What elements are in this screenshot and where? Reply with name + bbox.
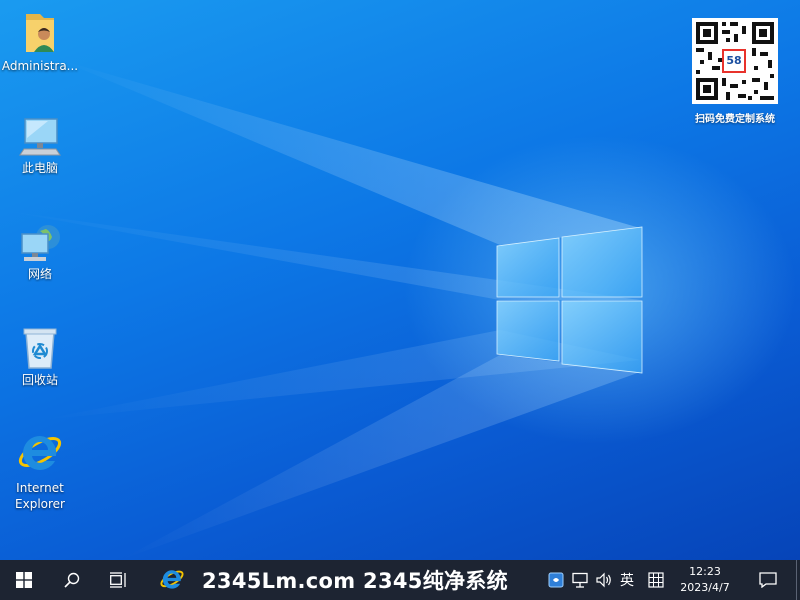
task-view-button[interactable] [96, 560, 142, 600]
desktop-icon-label: 回收站 [21, 373, 58, 387]
network-icon [21, 225, 60, 261]
show-desktop-button[interactable] [796, 560, 800, 600]
clock-date: 2023/4/7 [680, 581, 730, 594]
desktop-icon-label: Internet Explorer [15, 481, 65, 511]
volume-icon [596, 572, 611, 588]
ime-mode-button[interactable] [645, 560, 667, 600]
task-view-icon [110, 572, 126, 588]
desktop-icon-network[interactable]: 网络 [0, 222, 80, 282]
internet-explorer-icon [160, 570, 184, 589]
notification-icon [759, 572, 777, 588]
taskbar-internet-explorer[interactable] [152, 560, 192, 600]
desktop-icon-label: 此电脑 [21, 161, 58, 175]
tray-volume[interactable] [593, 560, 615, 600]
ime-mode-icon [648, 572, 664, 588]
search-icon [64, 572, 80, 588]
computer-icon [19, 118, 61, 156]
desktop-icon-label: 网络 [27, 267, 52, 281]
recycle-bin-icon [23, 328, 57, 369]
taskbar: 2345Lm.com 2345纯净系统 英 12:23 2023/4/7 [0, 560, 800, 600]
start-button[interactable] [0, 560, 48, 600]
internet-explorer-icon [18, 436, 62, 470]
qr-code[interactable]: 58 [692, 18, 778, 104]
desktop-icon-label: Administra... [1, 59, 79, 73]
search-button[interactable] [48, 560, 96, 600]
qr-badge: 58 [722, 49, 746, 73]
qr-promo[interactable]: 58 扫码免费定制系统 [690, 18, 780, 125]
desktop[interactable]: Administra... 此电脑 网络 回收站 Internet Explor… [0, 0, 800, 560]
taskbar-clock[interactable]: 12:23 2023/4/7 [672, 560, 738, 600]
windows-logo-icon [16, 572, 32, 588]
tray-security[interactable] [545, 560, 567, 600]
desktop-icon-administrator[interactable]: Administra... [0, 10, 80, 74]
clock-time: 12:23 [689, 565, 721, 578]
ime-language-indicator[interactable]: 英 [615, 560, 639, 600]
qr-caption: 扫码免费定制系统 [695, 114, 775, 125]
notification-center-button[interactable] [748, 560, 788, 600]
tray-network[interactable] [569, 560, 591, 600]
desktop-icon-recycle-bin[interactable]: 回收站 [0, 326, 80, 388]
taskbar-banner: 2345Lm.com 2345纯净系统 [202, 569, 508, 593]
network-tray-icon [572, 572, 588, 588]
security-icon [548, 572, 564, 588]
desktop-icon-internet-explorer[interactable]: Internet Explorer [0, 430, 80, 512]
user-folder-icon [26, 14, 54, 52]
desktop-icon-this-pc[interactable]: 此电脑 [0, 116, 80, 176]
wallpaper [0, 60, 643, 560]
